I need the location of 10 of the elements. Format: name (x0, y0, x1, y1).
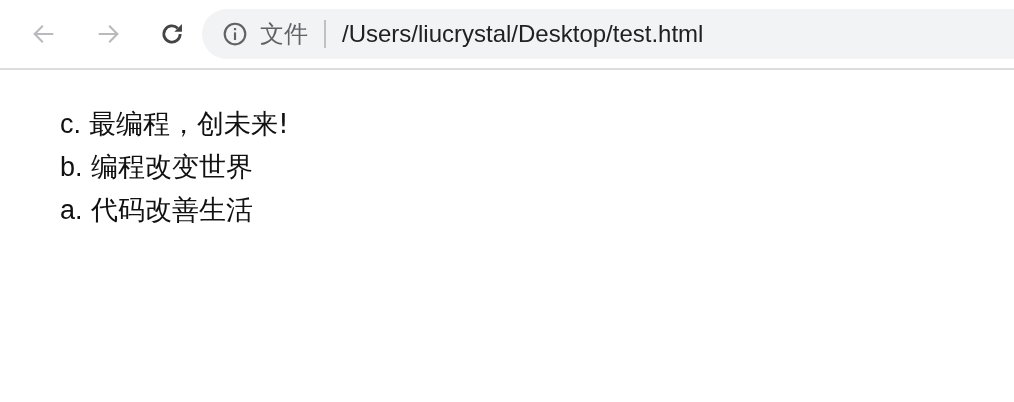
list-marker: c. (60, 109, 81, 140)
list-marker: a. (60, 195, 83, 226)
address-bar[interactable]: 文件 /Users/liucrystal/Desktop/test.html (202, 9, 1014, 59)
list-item-text: 最编程，创未来! (89, 107, 289, 141)
url-text: /Users/liucrystal/Desktop/test.html (342, 20, 704, 48)
list-item-text: 编程改变世界 (90, 150, 253, 184)
scheme-label: 文件 (260, 19, 308, 50)
list-marker: b. (60, 152, 83, 183)
list-item-text: 代码改善生活 (90, 193, 253, 227)
info-icon[interactable] (222, 21, 248, 47)
